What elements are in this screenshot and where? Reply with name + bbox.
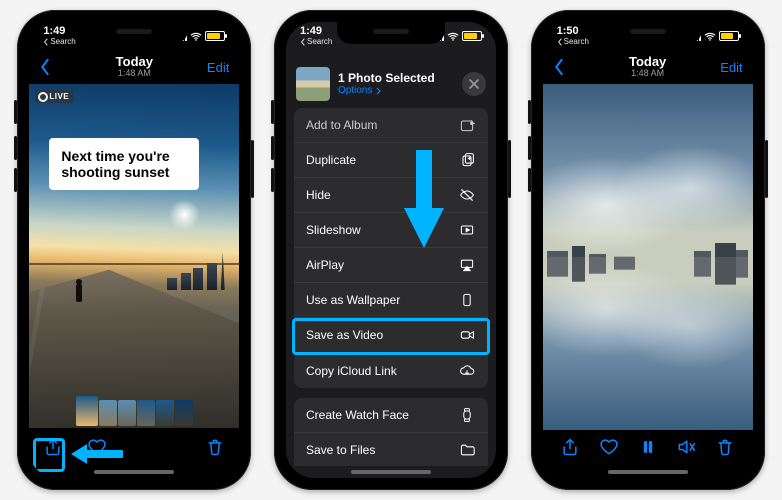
sheet-row-slideshow[interactable]: Slideshow <box>294 213 488 248</box>
status-time: 1:49 <box>300 26 332 37</box>
status-time: 1:49 <box>43 26 75 37</box>
sheet-row-watch[interactable]: Create Watch Face <box>294 398 488 433</box>
status-back-link[interactable]: Search <box>43 38 75 46</box>
cloud-icon <box>458 363 476 379</box>
notch <box>80 22 188 44</box>
folder-icon <box>458 442 476 458</box>
sheet-title: 1 Photo Selected <box>338 71 454 85</box>
thumb[interactable] <box>137 400 155 426</box>
share-sheet-header: 1 Photo Selected Options <box>286 60 496 108</box>
mute-icon[interactable] <box>676 437 696 457</box>
row-label: Create Watch Face <box>306 408 409 422</box>
row-label: Copy iCloud Link <box>306 364 397 378</box>
row-label: Save as Video <box>306 328 383 342</box>
sheet-section: Add to Album Duplicate Hide Slideshow AirPla… <box>294 108 488 388</box>
wifi-icon <box>190 32 202 41</box>
screen-2: 1:49 Search 1 Photo Selected Options <box>286 22 496 478</box>
row-label: Add to Album <box>306 118 377 132</box>
phone-frame-1: 1:49 Search Today 1:48 AM <box>17 10 251 490</box>
sheet-row-duplicate[interactable]: Duplicate <box>294 143 488 178</box>
status-time: 1:50 <box>557 26 589 37</box>
thumb-current[interactable] <box>76 396 98 426</box>
photo-viewport[interactable]: LIVE Next time you're shooting sunset <box>29 84 239 428</box>
share-icon[interactable] <box>43 437 63 457</box>
favorite-icon[interactable] <box>599 437 619 457</box>
row-label: Slideshow <box>306 223 361 237</box>
thumb[interactable] <box>118 400 136 426</box>
airplay-icon <box>458 257 476 273</box>
delete-icon[interactable] <box>205 437 225 457</box>
battery-icon <box>719 31 739 41</box>
row-label: Hide <box>306 188 331 202</box>
sheet-row-wallpaper[interactable]: Use as Wallpaper <box>294 283 488 318</box>
sheet-row-cloud[interactable]: Copy iCloud Link <box>294 353 488 388</box>
nav-title: Today <box>597 55 699 69</box>
thumb[interactable] <box>99 400 117 426</box>
wallpaper-icon <box>458 292 476 308</box>
favorite-icon[interactable] <box>87 437 107 457</box>
thumb[interactable] <box>175 400 193 426</box>
row-label: Save to Files <box>306 443 375 457</box>
edit-button[interactable]: Edit <box>185 60 229 75</box>
home-indicator[interactable] <box>608 470 688 474</box>
thumbnail-strip[interactable] <box>29 398 239 428</box>
video-viewport[interactable] <box>543 84 753 430</box>
edit-button[interactable]: Edit <box>699 60 743 75</box>
album-icon <box>458 117 476 133</box>
status-back-link[interactable]: Search <box>557 38 589 46</box>
nav-subtitle: 1:48 AM <box>597 69 699 79</box>
notch <box>337 22 445 44</box>
phone-frame-3: 1:50 Search Today 1:48 AM Edit <box>531 10 765 490</box>
sheet-section: Create Watch FaceSave to FilesAssign to … <box>294 398 488 466</box>
duplicate-icon <box>458 152 476 168</box>
close-button[interactable] <box>462 72 486 96</box>
share-icon[interactable] <box>560 437 580 457</box>
slideshow-icon <box>458 222 476 238</box>
pause-icon[interactable] <box>638 437 658 457</box>
sheet-row-airplay[interactable]: AirPlay <box>294 248 488 283</box>
wifi-icon <box>447 32 459 41</box>
screen-1: 1:49 Search Today 1:48 AM <box>29 22 239 478</box>
video-icon <box>458 327 476 343</box>
watch-icon <box>458 407 476 423</box>
hide-icon <box>458 187 476 203</box>
share-sheet-body[interactable]: Add to Album Duplicate Hide Slideshow AirPla… <box>286 108 496 466</box>
row-label: Duplicate <box>306 153 356 167</box>
back-button[interactable] <box>39 58 83 76</box>
wifi-icon <box>704 32 716 41</box>
row-label: AirPlay <box>306 258 344 272</box>
sheet-options-link[interactable]: Options <box>338 85 454 97</box>
delete-icon[interactable] <box>715 437 735 457</box>
nav-subtitle: 1:48 AM <box>83 69 185 79</box>
sheet-row-folder[interactable]: Save to Files <box>294 433 488 466</box>
nav-title: Today <box>83 55 185 69</box>
caption-overlay: Next time you're shooting sunset <box>49 138 199 190</box>
home-indicator[interactable] <box>94 470 174 474</box>
sheet-row-album[interactable]: Add to Album <box>294 108 488 143</box>
home-indicator[interactable] <box>351 470 431 474</box>
notch <box>594 22 702 44</box>
phone-frame-2: 1:49 Search 1 Photo Selected Options <box>274 10 508 490</box>
sheet-row-hide[interactable]: Hide <box>294 178 488 213</box>
sheet-thumbnail <box>296 67 330 101</box>
nav-bar: Today 1:48 AM Edit <box>29 50 239 84</box>
thumb[interactable] <box>156 400 174 426</box>
row-label: Use as Wallpaper <box>306 293 400 307</box>
battery-icon <box>462 31 482 41</box>
nav-bar: Today 1:48 AM Edit <box>543 50 753 84</box>
live-badge: LIVE <box>35 90 74 103</box>
back-button[interactable] <box>553 58 597 76</box>
sheet-row-video[interactable]: Save as Video <box>294 318 488 353</box>
battery-icon <box>205 31 225 41</box>
screen-3: 1:50 Search Today 1:48 AM Edit <box>543 22 753 478</box>
status-back-link[interactable]: Search <box>300 38 332 46</box>
